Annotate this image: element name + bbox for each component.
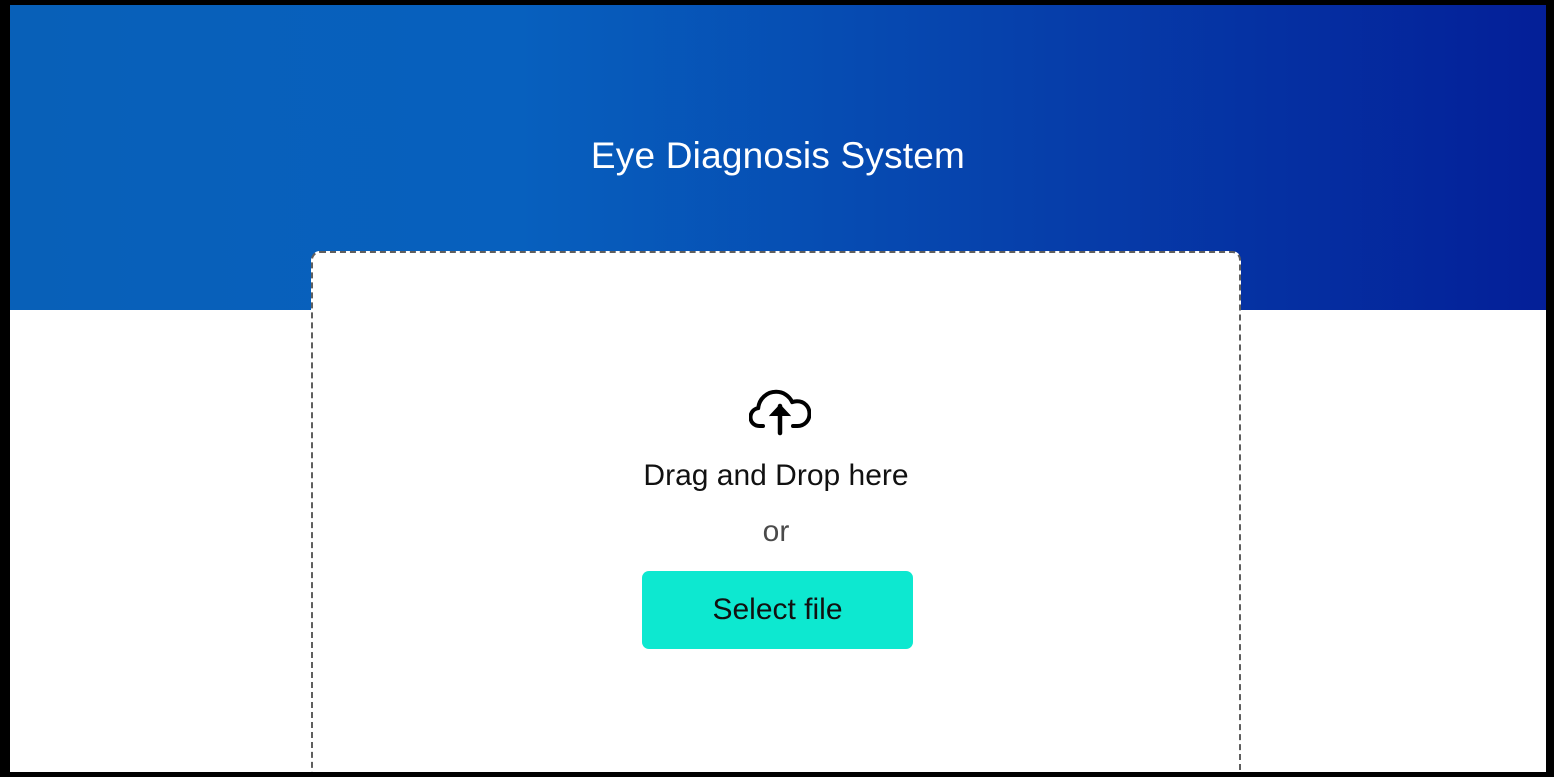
or-separator-label: or [762, 515, 790, 548]
cloud-upload-icon [749, 389, 811, 436]
app-viewport: Eye Diagnosis System Drag and Drop here … [10, 5, 1546, 772]
select-file-button[interactable]: Select file [642, 571, 913, 649]
page-title: Eye Diagnosis System [590, 135, 966, 176]
drag-drop-label: Drag and Drop here [643, 459, 909, 492]
file-dropzone[interactable]: Drag and Drop here or Select file [311, 251, 1241, 772]
